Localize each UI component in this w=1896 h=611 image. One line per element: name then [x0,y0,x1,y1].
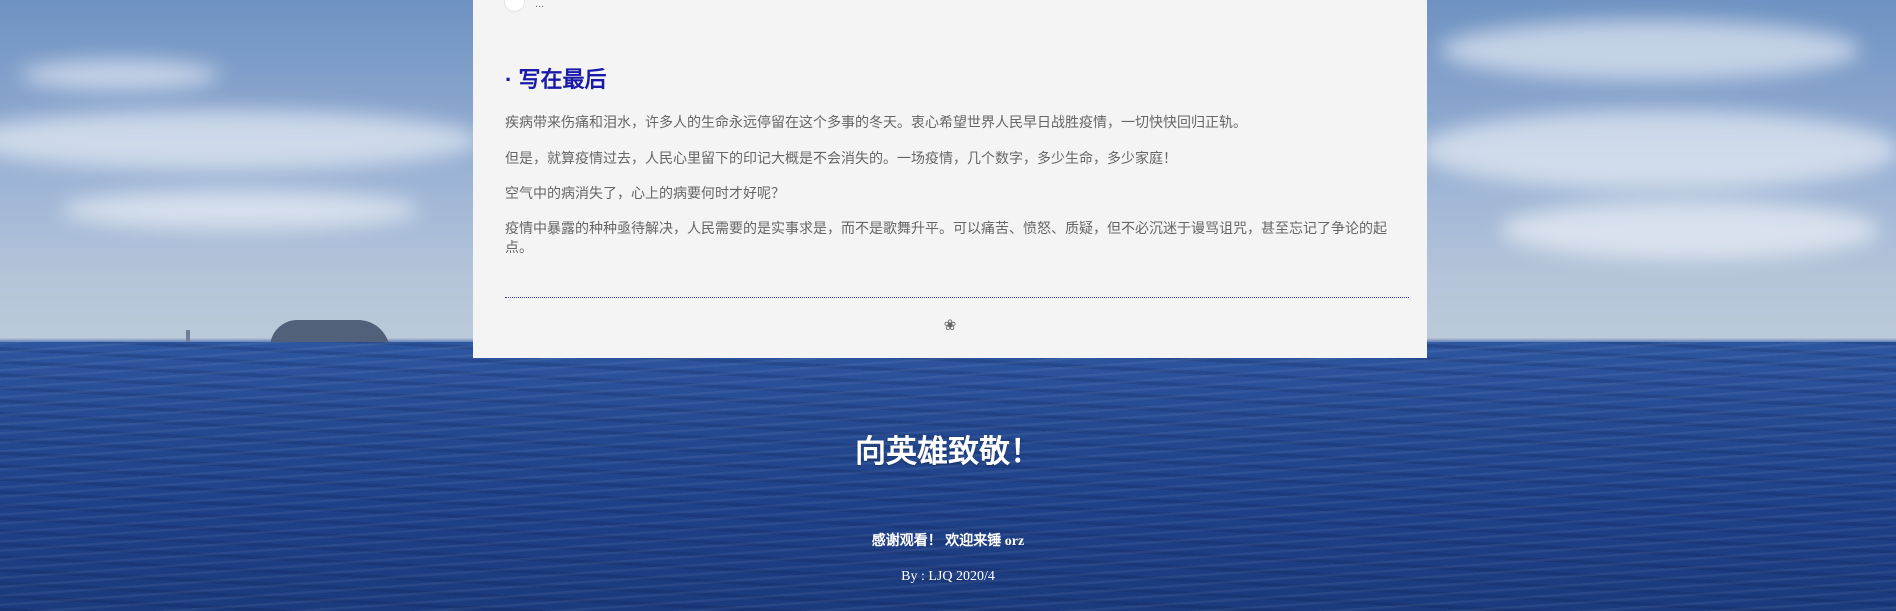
paragraph: 疾病带来伤痛和泪水，许多人的生命永远停留在这个多事的冬天。衷心希望世界人民早日战… [505,114,1247,130]
cloud [1440,20,1860,80]
article-card: ... · 写在最后 疾病带来伤痛和泪水，许多人的生命永远停留在这个多事的冬天。… [473,0,1427,358]
author-name: ... [535,0,545,10]
section-divider [505,297,1409,298]
cloud [1500,200,1880,260]
tribute-heading: 向英雄致敬！ [855,434,1041,469]
byline: By : LJQ 2020/4 [901,569,995,584]
thanks-note: 感谢观看！ 欢迎来锤 orz [871,534,1025,549]
section-title: · 写在最后 [505,67,607,92]
cloud [20,60,220,90]
paragraph: 疫情中暴露的种种亟待解决，人民需要的是实事求是，而不是歌舞升平。可以痛苦、愤怒、… [505,220,1387,255]
paragraph: 空气中的病消失了，心上的病要何时才好呢？ [505,185,785,201]
cloud [60,190,420,230]
flower-ornament-icon: ❀ [943,316,957,334]
cloud [1420,110,1896,190]
paragraph: 但是，就算疫情过去，人民心里留下的印记大概是不会消失的。一场疫情，几个数字，多少… [505,150,1177,166]
avatar[interactable] [505,0,524,11]
